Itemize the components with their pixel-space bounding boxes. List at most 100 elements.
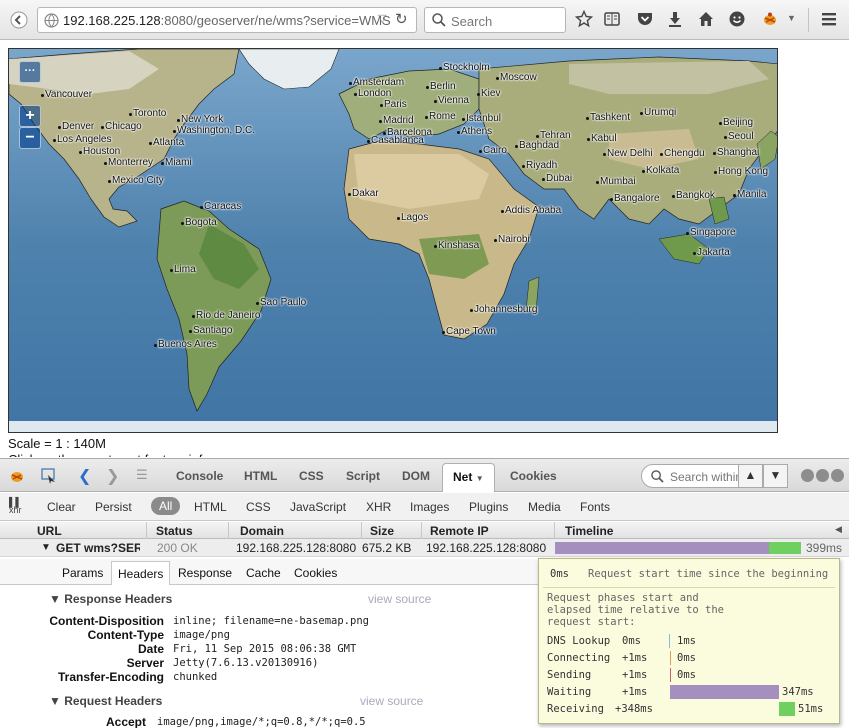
city-label: Urumqi [639,107,677,118]
layer-switcher-button[interactable]: ··· [19,61,41,83]
column-domain[interactable]: Domain [240,524,284,538]
city-label: Chengdu [660,148,705,159]
city-label: Kabul [587,133,617,144]
column-size[interactable]: Size [370,524,394,538]
city-label: Johannesburg [469,304,538,315]
timeline-waiting-bar[interactable] [555,542,769,554]
table-row[interactable]: ▼ GET wms?SER\ 200 OK 192.168.225.128:80… [0,539,849,557]
hello-icon[interactable] [728,10,746,28]
url-history-dropdown-icon[interactable]: ▽ [378,12,386,25]
city-label: Jakarta [693,247,730,258]
city-label: Kiev [476,88,501,99]
column-divider[interactable] [146,522,147,539]
city-label: Singapore [686,227,736,238]
close-firebug-icon[interactable] [831,469,844,482]
firebug-logo-icon[interactable] [8,467,26,485]
tab-net[interactable]: Net ▼ [442,463,495,492]
header-value: chunked [173,671,218,683]
column-remote-ip[interactable]: Remote IP [430,524,489,538]
command-line-icon[interactable]: ☰ [136,467,148,483]
column-divider[interactable] [228,522,229,539]
detail-tab-params[interactable]: Params [62,566,103,580]
column-timeline[interactable]: Timeline [565,524,613,538]
bookmark-star-icon[interactable] [575,10,593,28]
minimize-firebug-icon[interactable] [801,469,814,482]
tooltip-divider [543,587,835,588]
request-total-time: 399ms [806,541,843,555]
phase-elapsed: 0ms [677,669,696,681]
city-label: Los Angeles [53,134,112,145]
search-next-button[interactable]: ▼ [763,464,788,488]
filter-html[interactable]: HTML [194,500,227,514]
downloads-icon[interactable] [666,10,684,28]
xhr-breakpoint-icon[interactable]: ▌▌ xhr [9,498,22,515]
request-detail-tabs: Params Headers Response Cache Cookies [0,559,540,585]
filter-fonts[interactable]: Fonts [580,500,610,514]
detail-tab-headers[interactable]: Headers [111,561,171,585]
detail-tab-cache[interactable]: Cache [246,566,281,580]
tab-cookies[interactable]: Cookies [510,469,557,483]
expand-row-icon[interactable]: ▼ [41,542,51,553]
column-divider[interactable] [554,522,555,539]
tab-dom[interactable]: DOM [402,469,430,483]
city-label: Riyadh [521,160,558,171]
map-viewport[interactable]: ··· + − Vancouver Toronto Denver Chicago… [8,48,778,433]
request-view-source-link[interactable]: view source [360,694,423,708]
filter-all[interactable]: All [151,497,181,515]
reading-list-icon[interactable] [603,10,621,28]
zoom-in-button[interactable]: + [19,105,41,127]
column-divider[interactable] [421,522,422,539]
back-arrow-icon[interactable]: ❮ [78,466,91,486]
hamburger-menu-icon[interactable] [820,10,838,28]
back-icon[interactable] [10,11,28,29]
city-label: Atlanta [148,137,185,148]
request-url[interactable]: GET wms?SER\ [56,541,140,555]
inspect-element-icon[interactable] [40,467,58,485]
city-label: Athens [456,126,493,137]
firebug-icon[interactable] [761,10,779,28]
search-bar[interactable]: Search [424,7,566,33]
detail-tab-response[interactable]: Response [178,566,232,580]
header-name: Accept [105,715,146,728]
tab-css[interactable]: CSS [299,469,324,483]
filter-xhr[interactable]: XHR [366,500,391,514]
pocket-icon[interactable] [636,10,654,28]
tab-html[interactable]: HTML [244,469,277,483]
phase-elapsed: 347ms [782,686,814,698]
tab-console[interactable]: Console [176,469,223,483]
net-tab-dropdown-icon[interactable]: ▼ [476,474,484,483]
search-previous-button[interactable]: ▲ [738,464,763,488]
forward-arrow-icon[interactable]: ❯ [106,466,119,486]
city-label: Moscow [496,72,537,83]
column-url[interactable]: URL [37,524,62,538]
detail-tab-cookies[interactable]: Cookies [294,566,337,580]
phase-name: Connecting [547,652,611,664]
response-view-source-link[interactable]: view source [368,592,431,606]
home-icon[interactable] [697,10,715,28]
filter-plugins[interactable]: Plugins [469,500,508,514]
request-status: 200 OK [157,541,198,555]
column-divider[interactable] [361,522,362,539]
request-headers-toggle[interactable]: ▼ Request Headers [49,694,162,708]
url-bar[interactable]: 192.168.225.128:8080/geoserver/ne/wms?se… [37,7,417,33]
filter-images[interactable]: Images [410,500,449,514]
reload-icon[interactable]: ↻ [395,10,408,28]
zoom-out-button[interactable]: − [19,127,41,149]
column-options-icon[interactable]: ◀ [835,524,842,535]
city-label: Rio de Janeiro [191,310,261,321]
firebug-menu-dropdown-icon[interactable]: ▼ [787,13,796,23]
phase-elapsed: 51ms [798,703,824,715]
filter-javascript[interactable]: JavaScript [290,500,346,514]
persist-button[interactable]: Persist [95,500,132,514]
header-value: Jetty(7.6.13.v20130916) [173,657,319,669]
filter-css[interactable]: CSS [246,500,271,514]
city-label: New York [176,114,224,125]
filter-media[interactable]: Media [528,500,561,514]
timeline-receiving-bar[interactable] [769,542,801,554]
response-headers-toggle[interactable]: ▼ Response Headers [49,592,172,606]
city-label: Washington, D.C. [173,125,255,136]
detach-firebug-icon[interactable] [816,469,829,482]
clear-button[interactable]: Clear [47,500,76,514]
column-status[interactable]: Status [156,524,193,538]
tab-script[interactable]: Script [346,469,380,483]
